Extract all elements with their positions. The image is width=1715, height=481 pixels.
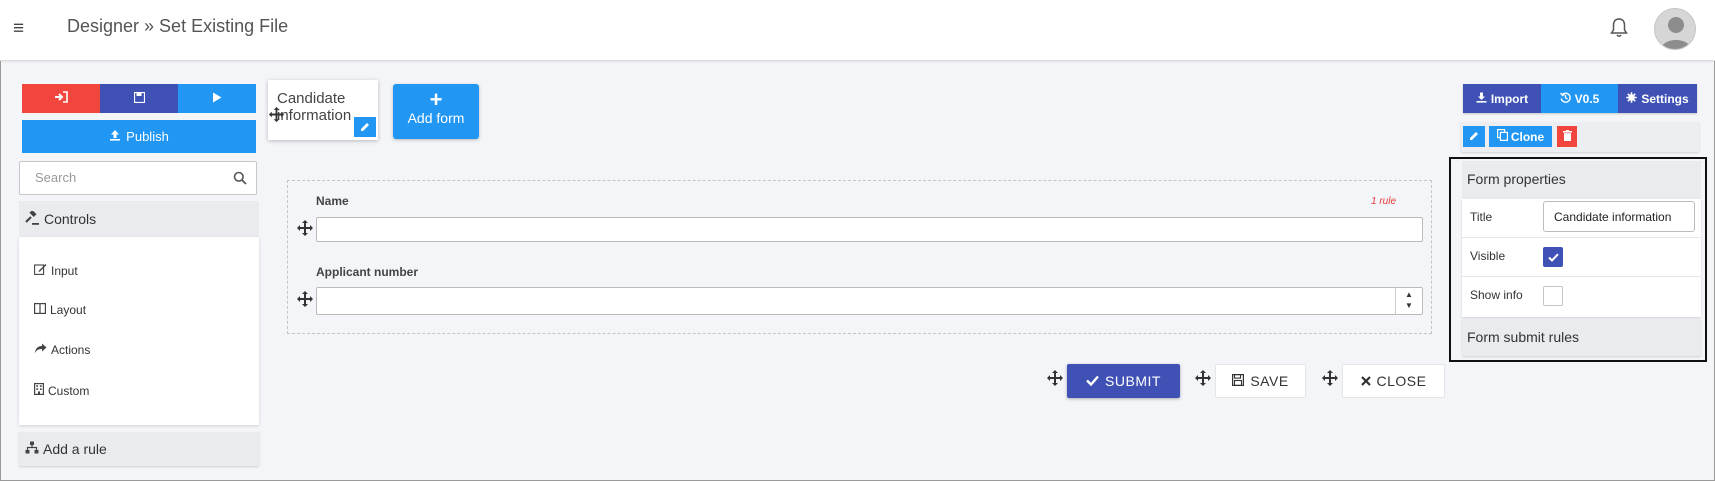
delete-button[interactable]	[1557, 126, 1577, 147]
search-icon[interactable]	[233, 171, 247, 185]
sign-in-icon	[54, 91, 68, 106]
search-input[interactable]	[35, 170, 225, 185]
control-item-actions[interactable]: Actions	[34, 343, 90, 357]
close-icon	[1360, 373, 1371, 389]
form-properties-panel: Form properties Title Visible Show info …	[1449, 157, 1707, 362]
property-label: Title	[1470, 210, 1493, 224]
check-icon	[1086, 373, 1099, 389]
import-button[interactable]: Import	[1463, 84, 1541, 113]
settings-label: Settings	[1641, 91, 1689, 106]
controls-header[interactable]: Controls	[19, 201, 259, 237]
property-row-show-info: Show info	[1462, 277, 1701, 316]
user-avatar[interactable]	[1654, 8, 1696, 50]
publish-label: Publish	[126, 129, 169, 144]
property-label: Show info	[1470, 288, 1523, 302]
hamburger-menu-icon[interactable]: ≡	[13, 18, 24, 40]
add-rule-label: Add a rule	[43, 441, 107, 457]
publish-button[interactable]: Publish	[22, 120, 256, 153]
columns-icon	[34, 303, 47, 317]
upload-icon	[109, 129, 121, 144]
save-label: SAVE	[1250, 373, 1289, 389]
download-icon	[1476, 92, 1487, 106]
sitemap-icon	[25, 441, 39, 457]
version-button[interactable]: V0.5	[1541, 84, 1618, 113]
plus-icon: +	[429, 87, 443, 112]
control-item-label: Layout	[50, 303, 87, 317]
spin-down-icon[interactable]: ▼	[1396, 300, 1422, 311]
field-label-applicant-number: Applicant number	[316, 265, 419, 279]
exit-button[interactable]	[22, 84, 100, 113]
form-submit-rules-header[interactable]: Form submit rules	[1462, 319, 1701, 356]
spin-up-icon[interactable]: ▲	[1396, 289, 1422, 300]
edit-button[interactable]	[1463, 126, 1485, 147]
floppy-icon	[1232, 373, 1245, 389]
controls-title: Controls	[44, 211, 97, 227]
search-box	[19, 161, 257, 195]
control-item-label: Custom	[48, 383, 90, 398]
pencil-icon	[360, 120, 370, 135]
form-properties-title: Form properties	[1462, 161, 1701, 199]
play-icon	[212, 92, 222, 106]
import-label: Import	[1490, 91, 1529, 106]
form-tab-candidate[interactable]: Candidate information	[268, 80, 378, 140]
move-icon[interactable]	[268, 106, 285, 126]
floppy-icon	[133, 91, 145, 106]
trash-icon	[1562, 129, 1572, 144]
share-icon	[34, 343, 47, 357]
move-icon[interactable]	[1321, 369, 1339, 387]
gavel-icon	[25, 209, 39, 228]
control-item-layout[interactable]: Layout	[34, 303, 86, 317]
control-item-input[interactable]: Input	[34, 263, 78, 278]
field-label-name: Name	[316, 194, 349, 208]
property-row-title: Title	[1462, 199, 1701, 238]
move-icon[interactable]	[1046, 369, 1064, 387]
control-item-custom[interactable]: Custom	[34, 383, 89, 398]
save-floppy-button[interactable]	[100, 84, 178, 113]
move-icon[interactable]	[296, 290, 314, 308]
notification-bell-icon[interactable]	[1608, 16, 1630, 40]
left-toolbar-group	[22, 84, 256, 113]
top-bar: ≡ Designer » Set Existing File	[0, 0, 1715, 61]
settings-button[interactable]: Settings	[1618, 84, 1697, 113]
breadcrumb: Designer » Set Existing File	[67, 16, 289, 36]
move-icon[interactable]	[296, 219, 314, 237]
submit-button[interactable]: SUBMIT	[1067, 364, 1180, 398]
control-item-label: Input	[51, 263, 78, 278]
title-input[interactable]	[1543, 201, 1695, 232]
building-icon	[34, 383, 45, 398]
version-label: V0.5	[1574, 91, 1600, 106]
add-rule-header[interactable]: Add a rule	[19, 432, 259, 466]
edit-icon	[34, 263, 47, 278]
add-form-button[interactable]: + Add form	[393, 84, 479, 139]
form-properties-body: Title Visible Show info	[1462, 199, 1701, 317]
run-button[interactable]	[178, 84, 256, 113]
name-input[interactable]	[316, 217, 1423, 242]
property-row-visible: Visible	[1462, 238, 1701, 277]
edit-form-button[interactable]	[354, 117, 376, 137]
submit-label: SUBMIT	[1105, 373, 1161, 389]
visible-checkbox[interactable]	[1543, 247, 1563, 267]
add-form-label: Add form	[407, 110, 465, 126]
close-label: CLOSE	[1376, 373, 1427, 389]
rule-count-badge[interactable]: 1 rule	[1371, 196, 1396, 207]
show-info-checkbox[interactable]	[1543, 286, 1563, 306]
check-icon	[1547, 250, 1559, 265]
clone-button[interactable]: Clone	[1489, 126, 1552, 147]
close-button[interactable]: CLOSE	[1342, 364, 1445, 398]
clone-label: Clone	[1510, 129, 1545, 144]
pencil-icon	[1469, 130, 1479, 144]
controls-list: Input Layout Actions Custom	[19, 237, 259, 425]
property-label: Visible	[1470, 249, 1506, 263]
save-button[interactable]: SAVE	[1215, 364, 1306, 398]
form-tools-bar: Clone	[1461, 122, 1699, 152]
gear-icon	[1626, 91, 1638, 106]
copy-icon	[1496, 129, 1508, 144]
control-item-label: Actions	[51, 343, 91, 357]
applicant-number-input[interactable]	[316, 287, 1423, 315]
history-icon	[1559, 92, 1571, 106]
number-spinner[interactable]: ▲ ▼	[1395, 287, 1422, 314]
move-icon[interactable]	[1194, 369, 1212, 387]
right-toolbar-group: Import V0.5 Settings	[1463, 84, 1697, 113]
